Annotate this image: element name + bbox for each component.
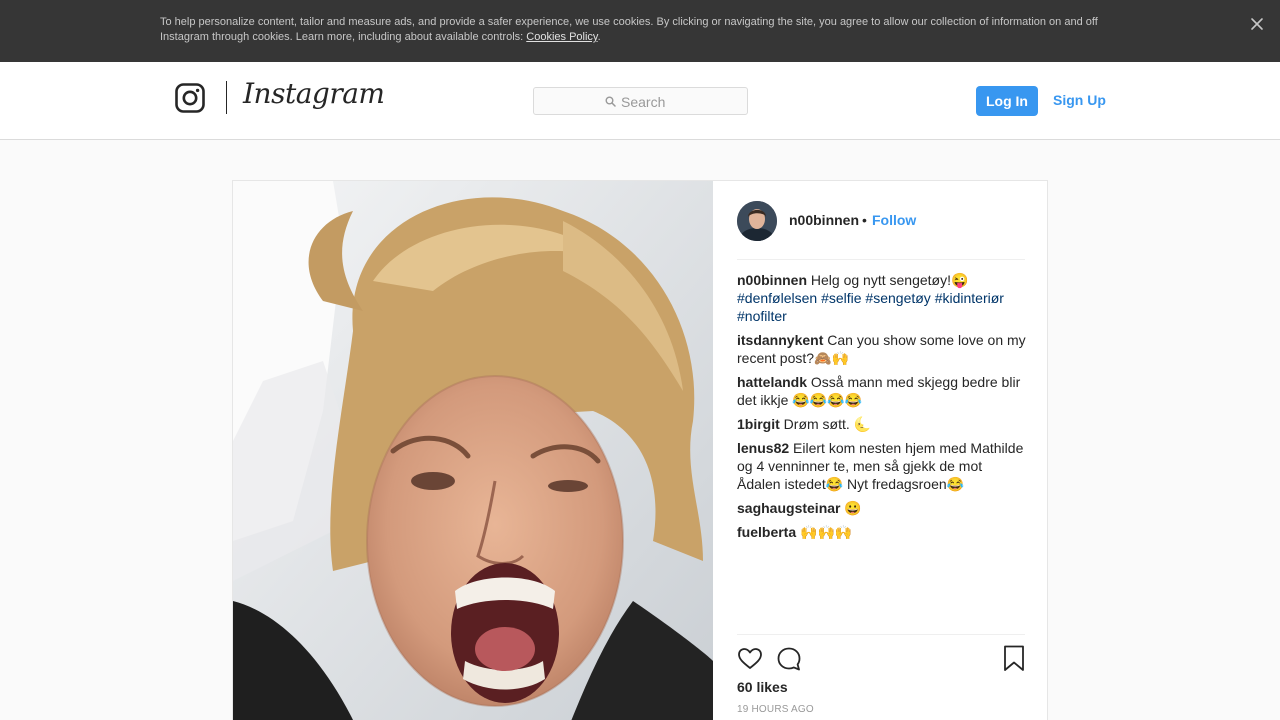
divider: [737, 634, 1025, 635]
comment-username[interactable]: hattelandk: [737, 374, 807, 390]
cookie-banner-text: To help personalize content, tailor and …: [160, 15, 1110, 45]
hashtag-link[interactable]: #denfølelsen: [737, 290, 817, 306]
post-card: n00binnen • Follow n00binnen Helg og nyt…: [232, 180, 1048, 720]
hashtag-link[interactable]: #nofilter: [737, 308, 787, 324]
comment: fuelberta 🙌🙌🙌: [737, 523, 1027, 541]
cookies-policy-link[interactable]: Cookies Policy: [526, 31, 597, 43]
comment-username[interactable]: lenus82: [737, 440, 789, 456]
search-input[interactable]: Search: [533, 87, 748, 115]
follow-button[interactable]: Follow: [872, 212, 916, 228]
hashtag-link[interactable]: #sengetøy: [865, 290, 930, 306]
hashtag-link[interactable]: #kidinteriør: [935, 290, 1004, 306]
sign-up-link[interactable]: Sign Up: [1053, 92, 1106, 108]
caption-username[interactable]: n00binnen: [737, 272, 807, 288]
log-in-button[interactable]: Log In: [976, 86, 1038, 116]
divider: [737, 259, 1025, 260]
cookie-banner-message: To help personalize content, tailor and …: [160, 16, 1098, 43]
avatar-image: [737, 201, 777, 241]
search-placeholder: Search: [621, 94, 666, 110]
cookie-banner: To help personalize content, tailor and …: [0, 0, 1280, 62]
comment: itsdannykent Can you show some love on m…: [737, 331, 1027, 367]
post-sidebar: n00binnen • Follow n00binnen Helg og nyt…: [713, 181, 1049, 720]
likes-count[interactable]: 60 likes: [737, 679, 788, 695]
author-separator: •: [862, 212, 867, 228]
post-photo-image: [233, 181, 713, 720]
comment-text: Drøm søtt. 🌜: [779, 416, 872, 432]
comment-username[interactable]: saghaugsteinar: [737, 500, 840, 516]
cookie-banner-trailing: .: [597, 31, 601, 43]
top-nav: Instagram Search Log In Sign Up: [0, 62, 1280, 140]
heart-icon[interactable]: [737, 646, 763, 672]
avatar[interactable]: [737, 201, 777, 241]
comment: lenus82 Eilert kom nesten hjem med Mathi…: [737, 439, 1027, 493]
logo-divider: [226, 81, 227, 114]
comment: saghaugsteinar 😀: [737, 499, 1027, 517]
close-icon[interactable]: [1248, 15, 1266, 33]
instagram-wordmark[interactable]: Instagram: [243, 77, 385, 110]
comment: hattelandk Osså mann med skjegg bedre bl…: [737, 373, 1027, 409]
post-photo[interactable]: [233, 181, 713, 720]
comment-username[interactable]: 1birgit: [737, 416, 780, 432]
caption-text: Helg og nytt sengetøy!😜: [807, 272, 969, 288]
comment: 1birgit Drøm søtt. 🌜: [737, 415, 1027, 433]
post-timestamp[interactable]: 19 HOURS AGO: [737, 704, 814, 715]
instagram-glyph-icon[interactable]: [175, 83, 205, 113]
caption: n00binnen Helg og nytt sengetøy!😜 #denfø…: [737, 271, 1027, 325]
post-author[interactable]: n00binnen: [789, 212, 859, 228]
bookmark-icon[interactable]: [1003, 645, 1025, 672]
comment-text: 😀: [840, 500, 862, 516]
hashtag-link[interactable]: #selfie: [821, 290, 861, 306]
comment-icon[interactable]: [776, 646, 802, 672]
comment-list: n00binnen Helg og nytt sengetøy!😜 #denfø…: [737, 271, 1027, 547]
comment-username[interactable]: itsdannykent: [737, 332, 823, 348]
comment-text: 🙌🙌🙌: [796, 524, 853, 540]
search-icon: [605, 96, 616, 107]
comment-username[interactable]: fuelberta: [737, 524, 796, 540]
